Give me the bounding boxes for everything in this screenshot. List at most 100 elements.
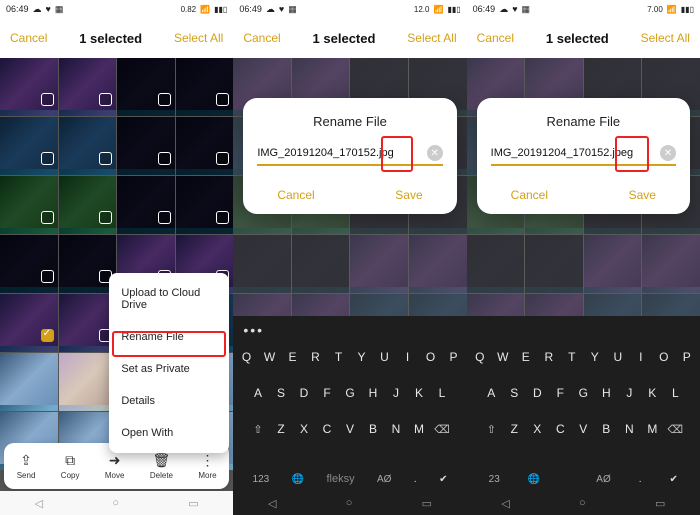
key-i[interactable]: I [629, 342, 652, 372]
cancel-button[interactable]: Cancel [243, 31, 280, 45]
photo-tile[interactable] [176, 58, 234, 116]
more-button[interactable]: ⋮More [198, 452, 216, 480]
key-ao[interactable]: AØ [377, 474, 391, 485]
key-u[interactable]: U [606, 342, 629, 372]
key-a[interactable]: A [480, 378, 503, 408]
key-k[interactable]: K [407, 378, 430, 408]
key-ao[interactable]: AØ [596, 474, 610, 485]
key-b[interactable]: B [595, 414, 618, 444]
checkbox[interactable] [216, 93, 229, 106]
select-all-button[interactable]: Select All [407, 31, 456, 45]
select-all-button[interactable]: Select All [174, 31, 223, 45]
photo-tile[interactable] [0, 117, 58, 175]
key-p[interactable]: P [675, 342, 698, 372]
key-c[interactable]: C [315, 414, 338, 444]
key-b[interactable]: B [361, 414, 384, 444]
key-n[interactable]: N [618, 414, 641, 444]
photo-tile[interactable] [117, 176, 175, 234]
delete-button[interactable]: 🗑Delete [150, 452, 173, 480]
key-s[interactable]: S [269, 378, 292, 408]
cancel-button[interactable]: Cancel [10, 31, 47, 45]
photo-tile[interactable] [59, 235, 117, 293]
key-h[interactable]: H [361, 378, 384, 408]
photo-tile[interactable] [0, 58, 58, 116]
move-button[interactable]: ➜Move [105, 452, 125, 480]
key-j[interactable]: J [618, 378, 641, 408]
key-z[interactable]: Z [503, 414, 526, 444]
key-d[interactable]: D [526, 378, 549, 408]
checkbox[interactable] [99, 93, 112, 106]
key-v[interactable]: V [338, 414, 361, 444]
key-g[interactable]: G [338, 378, 361, 408]
key-j[interactable]: J [384, 378, 407, 408]
checkbox[interactable] [41, 270, 54, 283]
key-r[interactable]: R [304, 342, 327, 372]
menu-details[interactable]: Details [109, 385, 229, 417]
modal-cancel-button[interactable]: Cancel [511, 188, 548, 202]
key-g[interactable]: G [572, 378, 595, 408]
key-x[interactable]: X [526, 414, 549, 444]
home-nav[interactable]: ○ [346, 497, 353, 509]
modal-save-button[interactable]: Save [395, 188, 422, 202]
key-d[interactable]: D [292, 378, 315, 408]
key-c[interactable]: C [549, 414, 572, 444]
recent-nav[interactable]: ▭ [188, 497, 198, 510]
key-v[interactable]: V [572, 414, 595, 444]
key-r[interactable]: R [537, 342, 560, 372]
key-f[interactable]: F [549, 378, 572, 408]
photo-tile[interactable] [117, 58, 175, 116]
select-all-button[interactable]: Select All [641, 31, 690, 45]
checkbox[interactable] [99, 211, 112, 224]
home-nav[interactable]: ○ [112, 497, 119, 509]
back-nav[interactable]: ◁ [268, 497, 276, 510]
key-t[interactable]: T [560, 342, 583, 372]
key-backspace[interactable]: ⌫ [664, 414, 687, 444]
key-enter[interactable]: ✔ [670, 474, 678, 485]
home-nav[interactable]: ○ [579, 497, 586, 509]
key-k[interactable]: K [641, 378, 664, 408]
key-m[interactable]: M [641, 414, 664, 444]
back-nav[interactable]: ◁ [35, 497, 43, 510]
checkbox[interactable] [158, 93, 171, 106]
photo-tile[interactable] [117, 117, 175, 175]
key-s[interactable]: S [503, 378, 526, 408]
menu-set-private[interactable]: Set as Private [109, 353, 229, 385]
key-period[interactable]: . [639, 474, 642, 485]
key-y[interactable]: Y [350, 342, 373, 372]
modal-cancel-button[interactable]: Cancel [277, 188, 314, 202]
key-q[interactable]: Q [235, 342, 258, 372]
key-z[interactable]: Z [269, 414, 292, 444]
key-u[interactable]: U [373, 342, 396, 372]
key-n[interactable]: N [384, 414, 407, 444]
back-nav[interactable]: ◁ [501, 497, 509, 510]
key-w[interactable]: W [258, 342, 281, 372]
key-enter[interactable]: ✔ [439, 474, 447, 485]
clear-icon[interactable]: ✕ [660, 145, 676, 161]
key-o[interactable]: O [419, 342, 442, 372]
checkbox[interactable] [41, 93, 54, 106]
photo-tile[interactable] [59, 294, 117, 352]
key-i[interactable]: I [396, 342, 419, 372]
key-f[interactable]: F [315, 378, 338, 408]
checkbox[interactable] [99, 152, 112, 165]
send-button[interactable]: ⇪Send [17, 452, 36, 480]
photo-tile[interactable] [0, 294, 58, 352]
key-a[interactable]: A [246, 378, 269, 408]
photo-tile[interactable] [59, 58, 117, 116]
key-shift[interactable]: ⇧ [480, 414, 503, 444]
key-e[interactable]: E [514, 342, 537, 372]
key-backspace[interactable]: ⌫ [430, 414, 453, 444]
clear-icon[interactable]: ✕ [427, 145, 443, 161]
key-m[interactable]: M [407, 414, 430, 444]
recent-nav[interactable]: ▭ [422, 497, 432, 510]
checkbox[interactable] [158, 152, 171, 165]
checkbox[interactable] [158, 211, 171, 224]
photo-tile[interactable] [59, 117, 117, 175]
photo-tile[interactable] [0, 353, 58, 411]
photo-tile[interactable] [176, 117, 234, 175]
key-t[interactable]: T [327, 342, 350, 372]
photo-tile[interactable] [176, 176, 234, 234]
photo-tile[interactable] [59, 353, 117, 411]
menu-open-with[interactable]: Open With [109, 417, 229, 449]
photo-tile[interactable] [0, 235, 58, 293]
